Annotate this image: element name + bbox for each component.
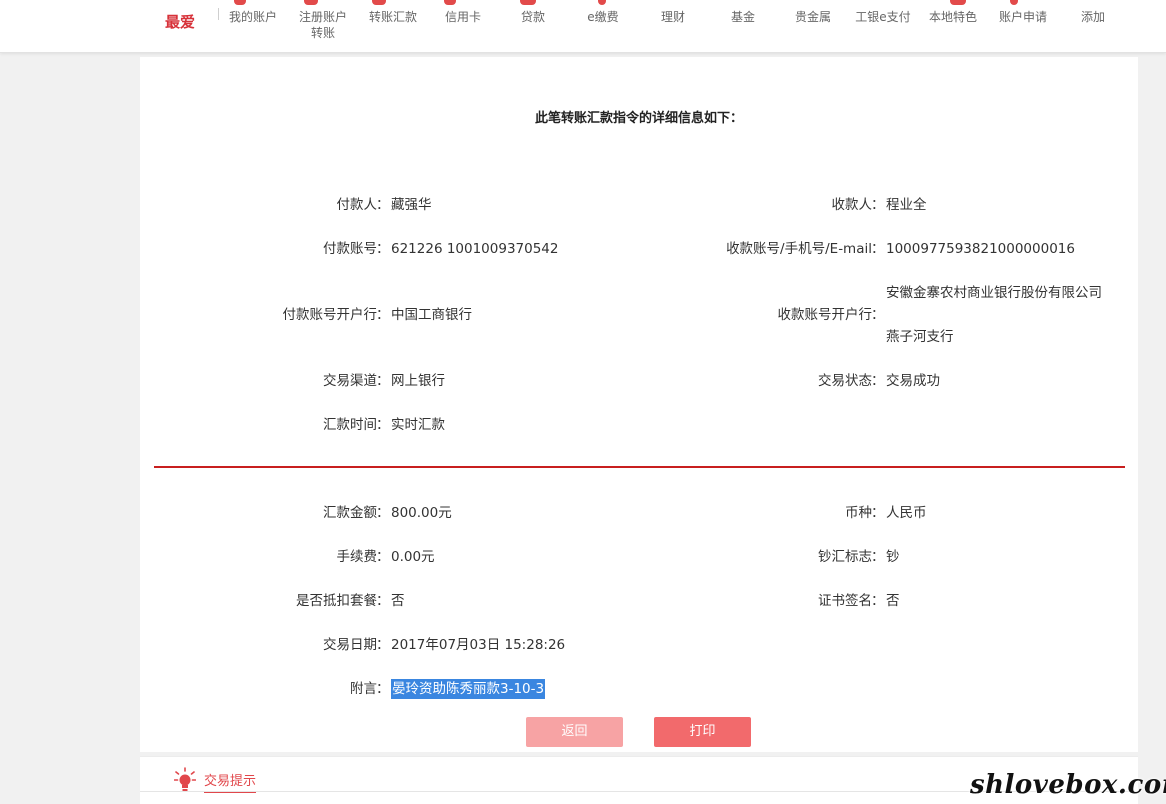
- memo-value[interactable]: 晏玲资助陈秀丽款3-10-3: [391, 679, 546, 699]
- status-value: 交易成功: [886, 373, 940, 389]
- date-value: 2017年07月03日 15:28:26: [391, 637, 566, 653]
- nav-item-e-payment[interactable]: e缴费: [568, 9, 638, 25]
- currency-label: 币种: [845, 505, 872, 521]
- package-value: 否: [391, 593, 405, 609]
- colon: ：: [871, 373, 885, 389]
- payee-account-label: 收款账号/手机号/E-mail: [726, 241, 872, 257]
- colon: ：: [376, 593, 390, 609]
- colon: ：: [376, 417, 390, 433]
- transaction-tips-tab[interactable]: 交易提示: [204, 770, 257, 793]
- payer-label: 付款人: [336, 197, 378, 213]
- payer-account-value: 621226 1001009370542: [391, 241, 559, 257]
- payee-bank-label: 收款账号开户行: [777, 307, 873, 323]
- colon: ：: [376, 681, 390, 697]
- colon: ：: [376, 637, 390, 653]
- currency-value: 人民币: [886, 505, 927, 521]
- payee-account-value: 1000977593821000000016: [886, 241, 1075, 257]
- cash-flag-value: 钞: [886, 549, 900, 565]
- package-label: 是否抵扣套餐: [296, 593, 377, 609]
- colon: ：: [871, 593, 885, 609]
- memo-label: 附言: [350, 681, 377, 697]
- nav-icon-fragment: [234, 0, 246, 5]
- colon: ：: [871, 505, 885, 521]
- colon: ：: [871, 241, 885, 257]
- colon: ：: [376, 373, 390, 389]
- colon: ：: [871, 307, 885, 323]
- channel-label: 交易渠道: [323, 373, 377, 389]
- payer-bank-value: 中国工商银行: [391, 307, 472, 323]
- nav-item-account-apply[interactable]: 账户申请: [988, 9, 1058, 25]
- transfer-detail-panel: 此笔转账汇款指令的详细信息如下： 付款人 ： 藏强华 收款人 ： 程业全 付款账…: [140, 57, 1138, 752]
- detail-title: 此笔转账汇款指令的详细信息如下：: [534, 111, 743, 126]
- payee-value: 程业全: [886, 197, 927, 213]
- channel-value: 网上银行: [391, 373, 445, 389]
- section-divider: [154, 466, 1125, 468]
- colon: ：: [376, 197, 390, 213]
- nav-item-precious-metal[interactable]: 贵金属: [778, 9, 848, 25]
- watermark-text: shlovebox.com: [970, 770, 1166, 800]
- top-navigation: 最爱 我的账户 注册账户 转账 转账汇款 信用卡 贷款 e缴费 理财 基金 贵金…: [0, 0, 1166, 53]
- lightbulb-icon: [173, 767, 197, 791]
- nav-item-e-pay[interactable]: 工银e支付: [848, 9, 918, 25]
- colon: ：: [871, 197, 885, 213]
- amount-label: 汇款金额: [323, 505, 377, 521]
- status-label: 交易状态: [818, 373, 872, 389]
- nav-item-fund[interactable]: 基金: [708, 9, 778, 25]
- nav-icon-fragment: [372, 0, 386, 5]
- nav-item-my-account[interactable]: 我的账户: [218, 9, 288, 25]
- nav-item-local[interactable]: 本地特色: [918, 9, 988, 25]
- fee-value: 0.00元: [391, 549, 435, 565]
- nav-icon-fragment: [304, 0, 318, 5]
- colon: ：: [376, 307, 390, 323]
- nav-item-transfer[interactable]: 转账汇款: [358, 9, 428, 25]
- nav-icon-fragment: [444, 0, 456, 5]
- back-button[interactable]: 返回: [526, 717, 623, 747]
- nav-icon-fragment: [1010, 0, 1018, 5]
- payee-bank-value-line1: 安徽金寨农村商业银行股份有限公司: [886, 285, 1102, 301]
- nav-item-credit-card[interactable]: 信用卡: [428, 9, 498, 25]
- payer-value: 藏强华: [391, 197, 432, 213]
- payer-bank-label: 付款账号开户行: [282, 307, 378, 323]
- cash-flag-label: 钞汇标志: [818, 549, 872, 565]
- cert-value: 否: [886, 593, 900, 609]
- amount-value: 800.00元: [391, 505, 452, 521]
- print-button[interactable]: 打印: [654, 717, 751, 747]
- fee-label: 手续费: [336, 549, 378, 565]
- payer-account-label: 付款账号: [323, 241, 377, 257]
- payee-bank-value-line2: 燕子河支行: [886, 329, 954, 345]
- nav-item-registered-transfer[interactable]: 注册账户 转账: [288, 9, 358, 41]
- colon: ：: [871, 549, 885, 565]
- payee-label: 收款人: [831, 197, 873, 213]
- nav-favorite[interactable]: 最爱: [160, 11, 200, 32]
- nav-icon-fragment: [950, 0, 966, 5]
- remit-time-value: 实时汇款: [391, 417, 445, 433]
- nav-item-add[interactable]: 添加: [1058, 9, 1128, 25]
- colon: ：: [376, 241, 390, 257]
- remit-time-label: 汇款时间: [323, 417, 377, 433]
- nav-icon-fragment: [520, 0, 536, 5]
- nav-item-wealth[interactable]: 理财: [638, 9, 708, 25]
- cert-label: 证书签名: [818, 593, 872, 609]
- nav-item-loan[interactable]: 贷款: [498, 9, 568, 25]
- date-label: 交易日期: [323, 637, 377, 653]
- colon: ：: [376, 549, 390, 565]
- nav-icon-fragment: [598, 0, 606, 5]
- colon: ：: [376, 505, 390, 521]
